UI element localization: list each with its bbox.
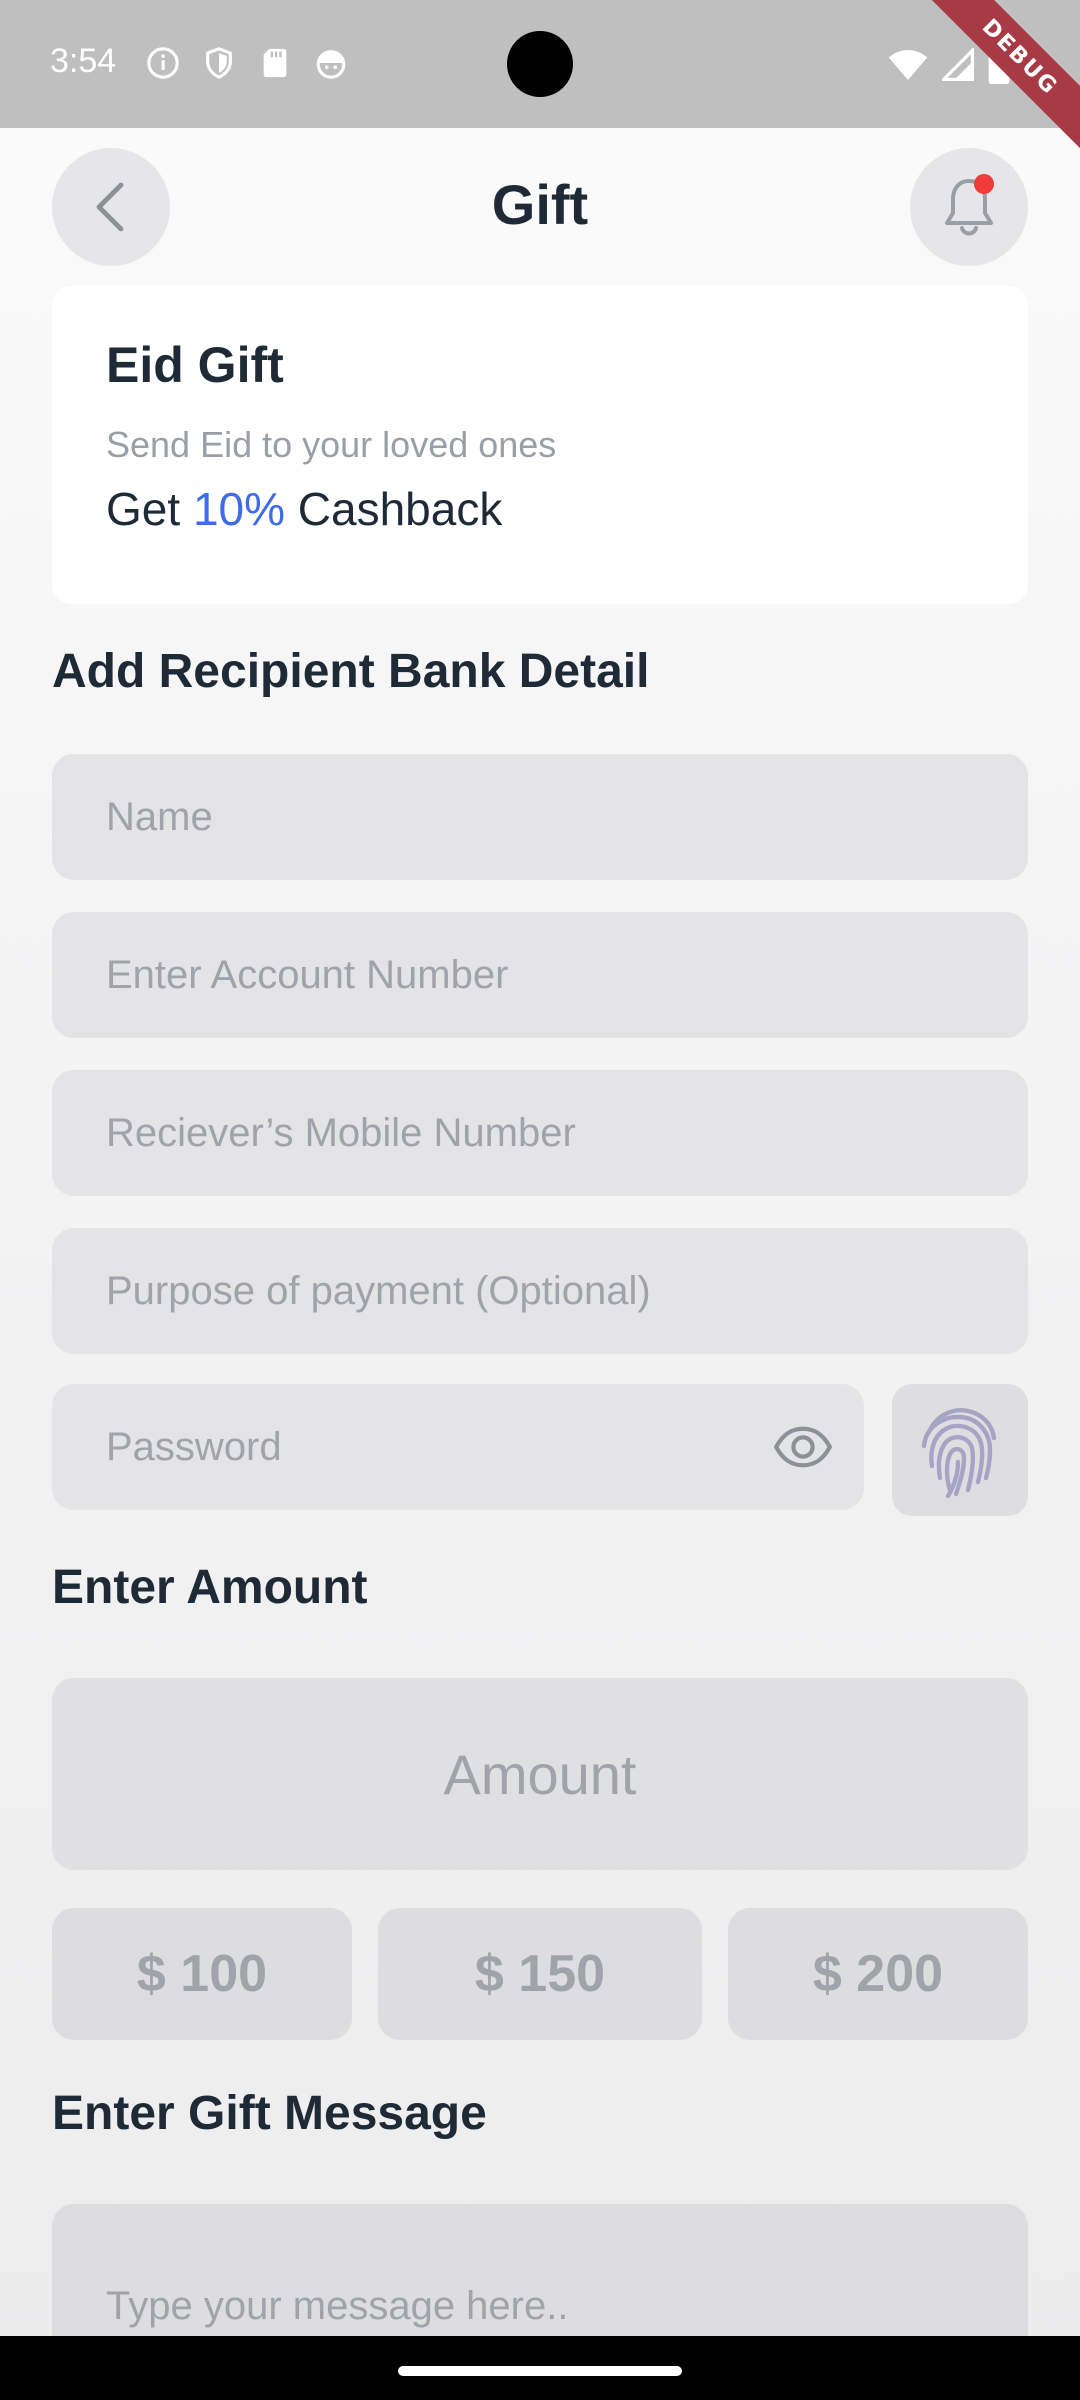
account-number-field[interactable] [52,912,1028,1038]
mobile-number-input[interactable] [106,1110,1028,1156]
amount-preset-200[interactable]: $ 200 [728,1908,1028,2040]
cashback-text: Get 10% Cashback [106,482,502,536]
notifications-button[interactable] [910,148,1028,266]
notification-dot [974,174,994,194]
cashback-prefix: Get [106,483,181,535]
promo-subtitle: Send Eid to your loved ones [106,424,557,465]
wifi-icon [888,50,928,80]
amount-section-title: Enter Amount [52,1561,368,1614]
promo-title: Eid Gift [106,337,284,393]
status-bar: 3:54 DEBUG [0,0,1080,165]
eid-gift-card: Eid Gift Send Eid to your loved ones Get… [52,286,1028,604]
status-icons-left [146,46,348,80]
recipient-section-title: Add Recipient Bank Detail [52,645,650,698]
sd-card-icon [263,48,287,78]
amount-preset-100[interactable]: $ 100 [52,1908,352,2040]
amount-preset-150[interactable]: $ 150 [378,1908,702,2040]
info-icon [147,47,179,79]
eye-icon[interactable] [772,1424,834,1470]
cashback-suffix: Cashback [297,483,503,535]
purpose-input[interactable] [106,1268,1028,1314]
password-field[interactable] [52,1384,864,1510]
signal-icon [942,48,974,81]
camera-cutout [507,31,573,97]
message-section-title: Enter Gift Message [52,2087,487,2140]
android-icon [316,50,346,79]
app-header: Gift [0,128,1080,288]
fingerprint-button[interactable] [892,1384,1028,1516]
amount-input[interactable] [52,1678,1028,1870]
amount-field[interactable] [52,1678,1028,1870]
status-time: 3:54 [50,42,117,80]
account-number-input[interactable] [106,952,1028,998]
password-input[interactable] [106,1424,746,1470]
shield-icon [206,47,232,79]
fingerprint-icon [921,1408,997,1498]
name-input[interactable] [106,794,1028,840]
mobile-number-field[interactable] [52,1070,1028,1196]
home-indicator[interactable] [398,2366,682,2376]
name-field[interactable] [52,754,1028,880]
purpose-field[interactable] [52,1228,1028,1354]
cashback-value: 10% [192,483,286,535]
